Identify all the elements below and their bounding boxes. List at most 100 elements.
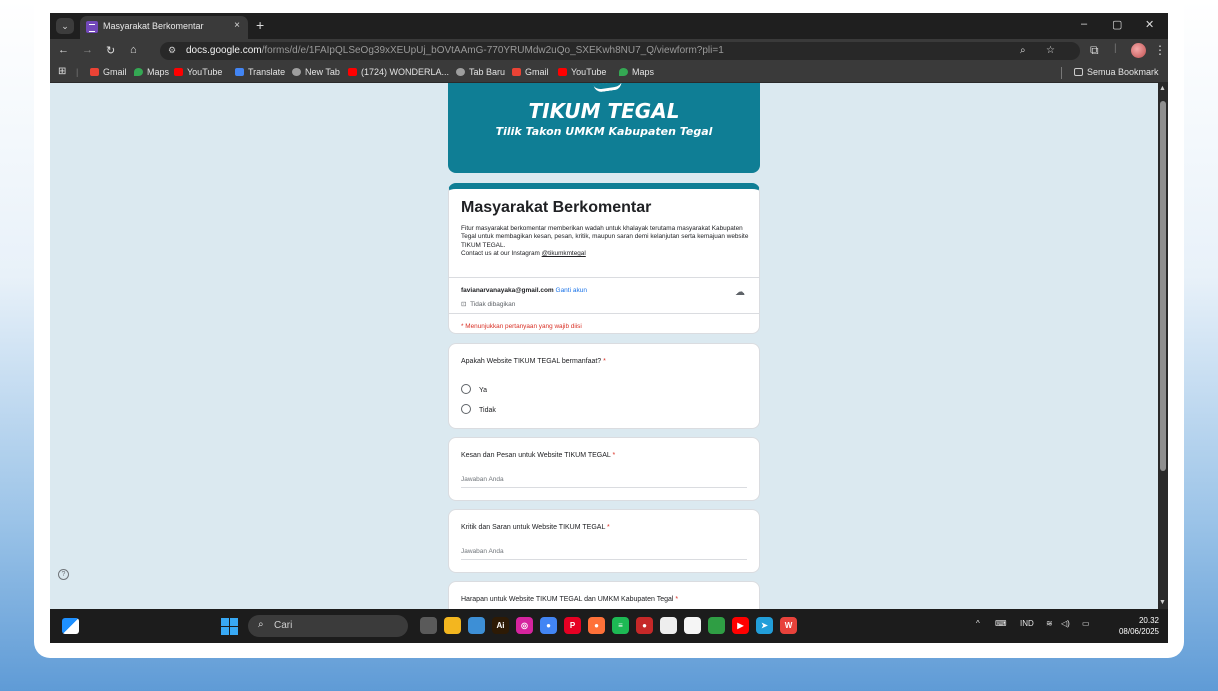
volume-icon[interactable]: ◁)	[1061, 619, 1070, 628]
bookmark-youtube-2[interactable]: YouTube	[558, 67, 606, 77]
account-info: favianarvanayaka@gmail.com Ganti akun	[461, 287, 587, 294]
scrollbar[interactable]: ▲ ▼	[1158, 83, 1168, 609]
profile-avatar[interactable]	[1131, 43, 1146, 58]
minimize-button[interactable]: –	[1081, 18, 1087, 30]
copilot-icon[interactable]	[468, 617, 485, 634]
widgets-icon[interactable]	[62, 618, 79, 634]
firefox-icon[interactable]: ●	[588, 617, 605, 634]
form-header-card: Masyarakat Berkomentar Fitur masyarakat …	[448, 183, 760, 334]
close-window-button[interactable]: ✕	[1145, 18, 1154, 31]
switch-account-link[interactable]: Ganti akun	[556, 287, 587, 294]
windows-start-icon[interactable]	[221, 618, 238, 635]
bookmark-maps-2[interactable]: Maps	[619, 67, 654, 77]
back-icon[interactable]: ←	[58, 44, 69, 56]
clock-time: 20.32	[1138, 616, 1159, 625]
bookmark-maps[interactable]: Maps	[134, 67, 169, 77]
search-label: Cari	[274, 620, 293, 631]
tab-search-button[interactable]: ⌄	[56, 18, 74, 34]
bookmark-translate[interactable]: Translate	[235, 67, 285, 77]
gmail-icon	[512, 68, 521, 76]
question-title: Kesan dan Pesan untuk Website TIKUM TEGA…	[461, 452, 616, 459]
bookmark-wonderla[interactable]: (1724) WONDERLA...	[348, 67, 449, 77]
youtube-app-icon[interactable]: ▶	[732, 617, 749, 634]
file-explorer-icon[interactable]	[444, 617, 461, 634]
radio-option-tidak[interactable]: Tidak	[461, 404, 496, 414]
wifi-icon[interactable]: ≋	[1046, 619, 1053, 628]
url-text: docs.google.com/forms/d/e/1FAIpQLSeOg39x…	[186, 45, 724, 56]
header-divider	[449, 277, 759, 278]
document-icon[interactable]	[660, 617, 677, 634]
account-divider	[449, 313, 759, 314]
taskbar-search[interactable]: ⌕ Cari	[248, 615, 408, 637]
folder-icon	[1074, 68, 1083, 76]
question-card-kritik: Kritik dan Saran untuk Website TIKUM TEG…	[448, 509, 760, 573]
menu-icon[interactable]: ⋮	[1154, 43, 1166, 57]
language-indicator[interactable]: IND	[1020, 619, 1034, 628]
tab-bar: ⌄ Masyarakat Berkomentar × + – ▢ ✕	[50, 13, 1168, 39]
new-tab-button[interactable]: +	[256, 17, 264, 33]
radio-button[interactable]	[461, 404, 471, 414]
calendar-icon[interactable]	[708, 617, 725, 634]
bookmark-star-icon[interactable]: ☆	[1046, 45, 1055, 56]
clock-date: 08/06/2025	[1118, 627, 1159, 636]
translate-icon	[235, 68, 244, 76]
adobe-illustrator-icon[interactable]: Ai	[492, 617, 509, 634]
radio-option-ya[interactable]: Ya	[461, 384, 487, 394]
bookmark-gmail-2[interactable]: Gmail	[512, 67, 549, 77]
task-view-icon[interactable]	[420, 617, 437, 634]
notes-icon[interactable]	[684, 617, 701, 634]
bookmark-new-tab[interactable]: New Tab	[292, 67, 340, 77]
wps-office-icon[interactable]: W	[780, 617, 797, 634]
header-banner: TIKUM TEGAL Tilik Takon UMKM Kabupaten T…	[448, 83, 760, 173]
active-tab[interactable]: Masyarakat Berkomentar ×	[80, 16, 248, 39]
answer-input-kesan[interactable]: Jawaban Anda	[461, 476, 747, 488]
bookmarks-bar: ⊞ | Gmail Maps YouTube Translate New Tab…	[50, 63, 1168, 83]
globe-icon	[456, 68, 465, 76]
chrome-icon[interactable]: ●	[540, 617, 557, 634]
google-forms-icon	[86, 21, 98, 33]
zoom-icon[interactable]: ⌕	[1020, 45, 1026, 56]
banner-logo-swoosh	[593, 83, 623, 93]
pinterest-icon[interactable]: P	[564, 617, 581, 634]
restore-button[interactable]: ▢	[1112, 18, 1122, 31]
form-description: Fitur masyarakat berkomentar memberikan …	[461, 225, 749, 257]
system-clock[interactable]: 20.32 08/06/2025	[1107, 615, 1159, 637]
spotify-icon[interactable]: ≡	[612, 617, 629, 634]
bookmark-tab-baru[interactable]: Tab Baru	[456, 67, 505, 77]
cloud-save-icon: ☁	[735, 287, 745, 298]
instagram-link[interactable]: @tikumkmtegal	[542, 250, 586, 257]
reload-icon[interactable]: ↻	[106, 44, 115, 57]
tab-close-icon[interactable]: ×	[234, 20, 240, 31]
radio-button[interactable]	[461, 384, 471, 394]
not-shared-label: ⊡ Tidak dibagikan	[461, 301, 516, 308]
answer-input-kritik[interactable]: Jawaban Anda	[461, 548, 747, 560]
maps-app-icon[interactable]: ●	[636, 617, 653, 634]
youtube-icon	[558, 68, 567, 76]
scroll-up-icon[interactable]: ▲	[1159, 85, 1166, 92]
scroll-thumb[interactable]	[1160, 101, 1166, 471]
battery-icon[interactable]: ▭	[1082, 619, 1090, 628]
site-info-icon[interactable]: ⚙	[168, 45, 176, 56]
apps-grid-icon[interactable]: ⊞	[58, 66, 66, 77]
bookmarks-separator	[1061, 67, 1062, 79]
globe-icon	[292, 68, 301, 76]
scroll-down-icon[interactable]: ▼	[1159, 599, 1166, 606]
bookmark-gmail[interactable]: Gmail	[90, 67, 127, 77]
question-card-harapan: Harapan untuk Website TIKUM TEGAL dan UM…	[448, 581, 760, 609]
extensions-icon[interactable]: ⧉	[1090, 43, 1099, 58]
chevron-up-icon[interactable]: ^	[976, 619, 980, 628]
keyboard-icon[interactable]: ⌨	[995, 619, 1007, 628]
bookmark-youtube[interactable]: YouTube	[174, 67, 222, 77]
help-icon[interactable]: ?	[58, 569, 69, 580]
address-bar[interactable]: ⚙ docs.google.com/forms/d/e/1FAIpQLSeOg3…	[160, 42, 1080, 60]
toolbar: ← → ↻ ⌂ ⚙ docs.google.com/forms/d/e/1FAI…	[50, 39, 1168, 63]
all-bookmarks-button[interactable]: Semua Bookmark	[1074, 67, 1159, 77]
not-shared-icon: ⊡	[461, 301, 467, 308]
forward-icon[interactable]: →	[82, 44, 93, 56]
telegram-icon[interactable]: ➤	[756, 617, 773, 634]
instagram-icon[interactable]: ◎	[516, 617, 533, 634]
home-icon[interactable]: ⌂	[130, 44, 137, 56]
screen: ⌄ Masyarakat Berkomentar × + – ▢ ✕ ← → ↻…	[50, 13, 1168, 643]
gmail-icon	[90, 68, 99, 76]
toolbar-divider: |	[1114, 43, 1117, 54]
